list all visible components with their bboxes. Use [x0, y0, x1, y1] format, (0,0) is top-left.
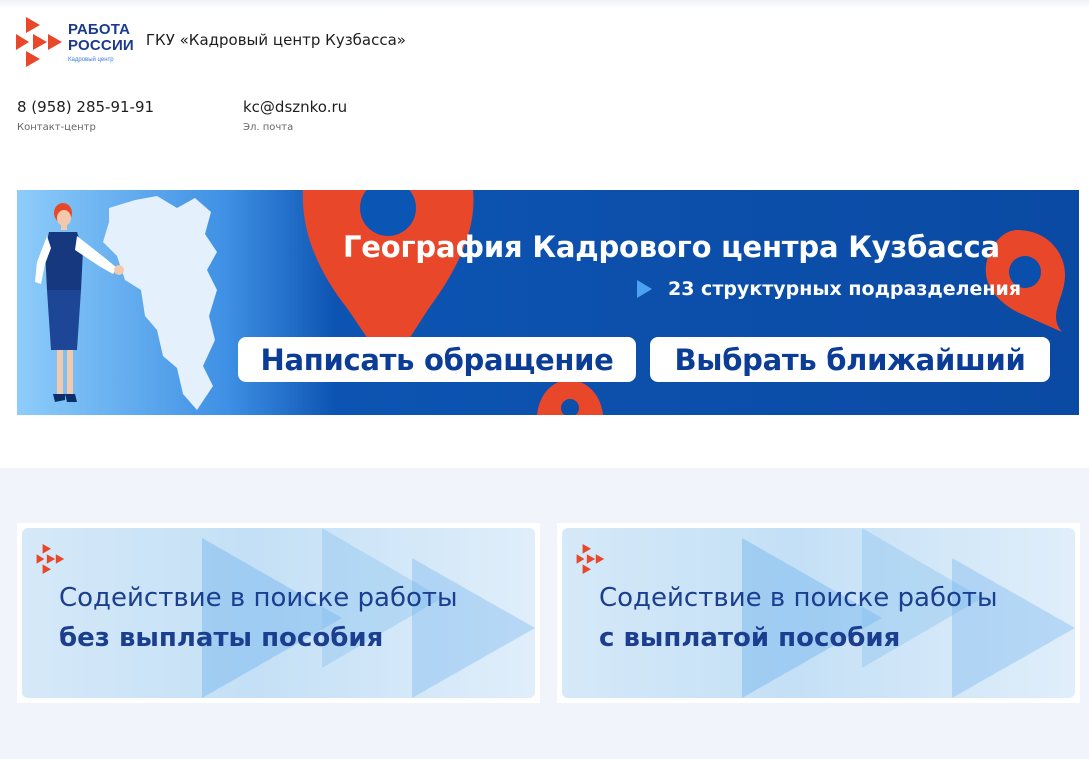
- geography-banner[interactable]: География Кадрового центра Кузбасса 23 с…: [17, 190, 1079, 415]
- banner-subtitle-row: 23 структурных подразделения: [637, 278, 1021, 300]
- card-title-line-2: с выплатой пособия: [599, 623, 901, 653]
- card-title: Содействие в поиске работы с выплатой по…: [599, 578, 998, 658]
- phone-link[interactable]: 8 (958) 285-91-91: [17, 98, 243, 116]
- email-link[interactable]: kc@dsznko.ru: [243, 98, 347, 116]
- logo-subtitle: Кадровый центр: [68, 56, 114, 63]
- card-inner: Содействие в поиске работы без выплаты п…: [22, 528, 535, 698]
- choose-nearest-button[interactable]: Выбрать ближайший: [650, 337, 1050, 382]
- logo-link[interactable]: РАБОТА РОССИИ Кадровый центр: [16, 17, 134, 67]
- service-card-with-benefit[interactable]: Содействие в поиске работы с выплатой по…: [557, 523, 1080, 703]
- card-title: Содействие в поиске работы без выплаты п…: [59, 578, 458, 658]
- site-header: РАБОТА РОССИИ Кадровый центр ГКУ «Кадров…: [16, 16, 406, 68]
- logo-text: РАБОТА РОССИИ Кадровый центр: [68, 22, 134, 63]
- card-title-line-1: Содействие в поиске работы: [59, 583, 458, 613]
- card-inner: Содействие в поиске работы с выплатой по…: [562, 528, 1075, 698]
- card-title-line-2: без выплаты пособия: [59, 623, 384, 653]
- card-logo-icon: [576, 544, 605, 574]
- contact-phone: 8 (958) 285-91-91 Контакт-центр: [17, 98, 243, 133]
- services-section: Содействие в поиске работы без выплаты п…: [0, 468, 1089, 759]
- contacts: 8 (958) 285-91-91 Контакт-центр kc@dsznk…: [17, 98, 347, 133]
- org-name: ГКУ «Кадровый центр Кузбасса»: [145, 31, 406, 49]
- card-title-line-1: Содействие в поиске работы: [599, 583, 998, 613]
- logo-line-1: РАБОТА: [68, 20, 131, 38]
- logo-mark-icon: [16, 17, 62, 67]
- banner-title: География Кадрового центра Кузбасса: [343, 230, 1000, 264]
- logo-line-2: РОССИИ: [68, 36, 134, 54]
- top-shade: [0, 0, 1089, 8]
- write-appeal-button[interactable]: Написать обращение: [238, 337, 636, 382]
- banner-subtitle: 23 структурных подразделения: [668, 278, 1022, 300]
- service-card-without-benefit[interactable]: Содействие в поиске работы без выплаты п…: [17, 523, 540, 703]
- phone-caption: Контакт-центр: [17, 122, 96, 133]
- email-caption: Эл. почта: [243, 122, 294, 133]
- card-logo-icon: [36, 544, 65, 574]
- play-icon: [637, 280, 652, 298]
- contact-email: kc@dsznko.ru Эл. почта: [243, 98, 347, 133]
